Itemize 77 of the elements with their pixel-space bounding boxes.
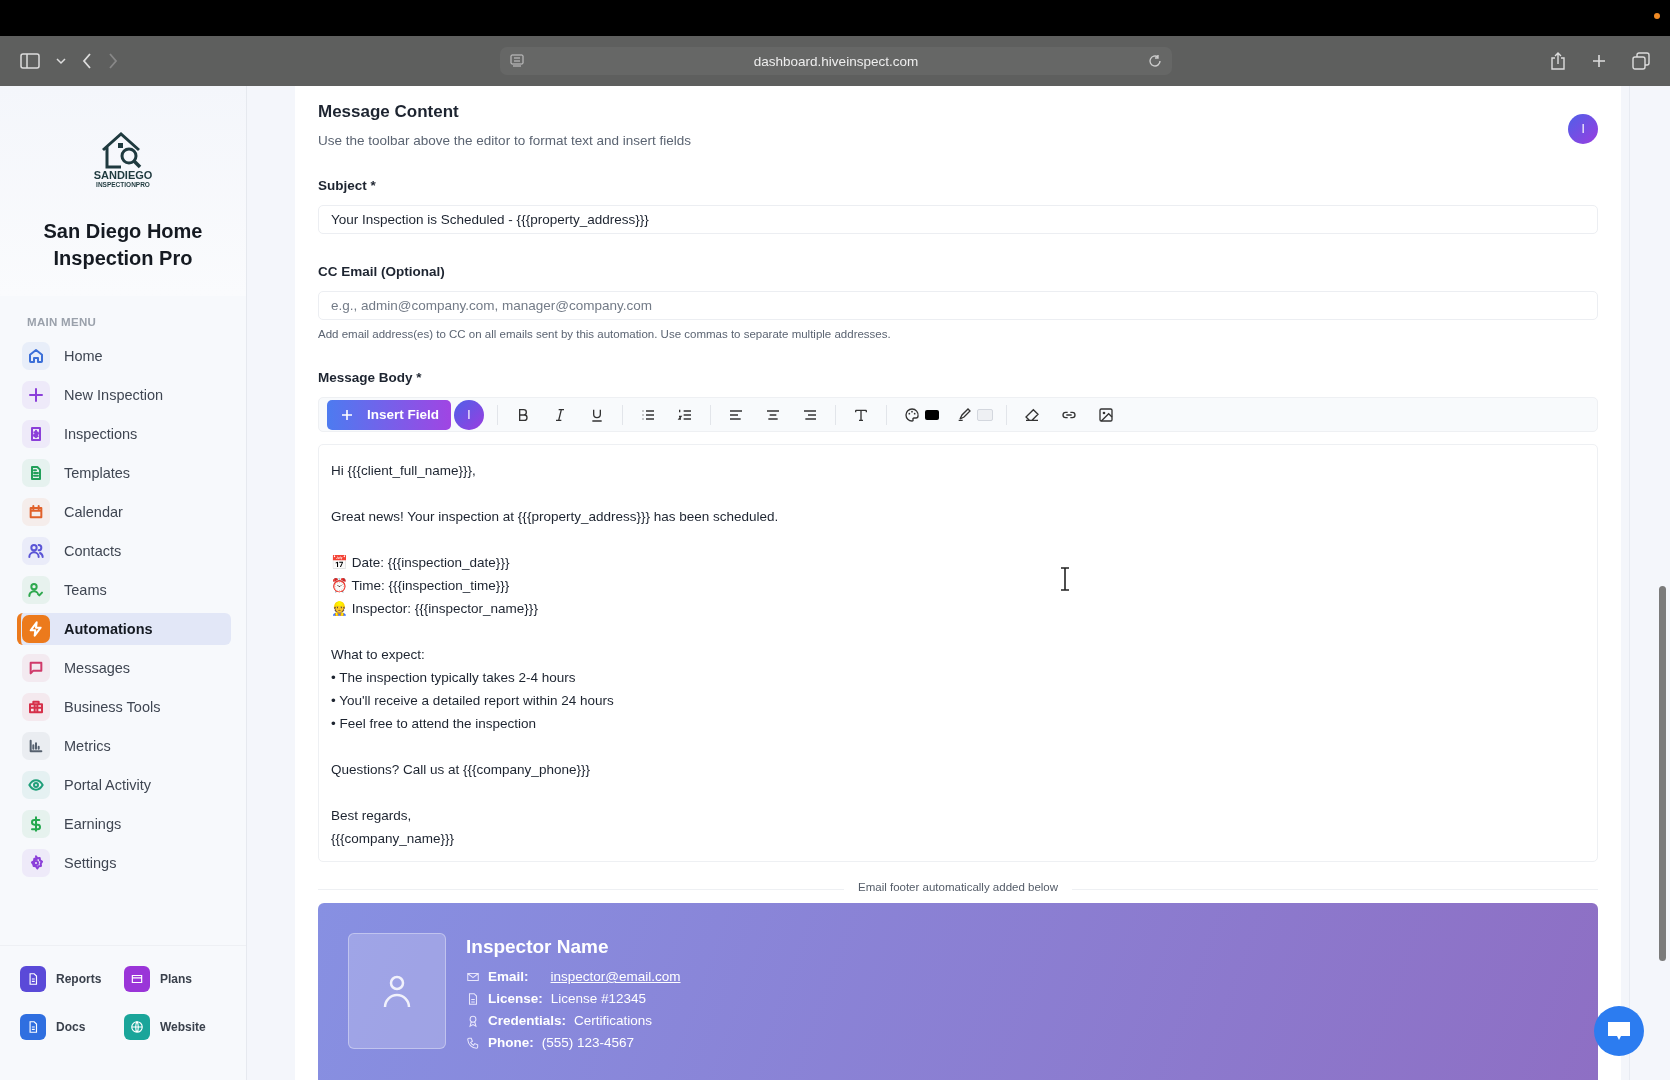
text-color-swatch[interactable] [925,409,939,420]
back-icon[interactable] [82,53,92,69]
menu-heading: MAIN MENU [26,315,98,330]
person-icon [382,973,412,1009]
user-avatar[interactable]: I [454,399,484,430]
cc-email-field[interactable]: e.g., admin@company.com, manager@company.com [318,291,1599,321]
shortcut-link[interactable]: Plans [124,966,228,992]
field-label: Subject * [318,178,377,193]
row-icon [466,991,480,1006]
shortcut-link[interactable]: Reports [20,966,124,992]
share-icon[interactable] [1550,52,1566,70]
reload-icon[interactable] [1148,54,1162,68]
footer-label: Phone: [488,1035,534,1050]
url-text: dashboard.hiveinspect.com [753,53,919,69]
scrollbar-thumb[interactable] [1659,586,1666,961]
message-line: • Feel free to attend the inspection [331,715,537,733]
shortcut-link[interactable]: Website [124,1014,228,1040]
image-icon[interactable] [1098,406,1114,423]
company-name: San Diego Home Inspection Pro [42,219,204,271]
message-line: 📅 Date: {{{inspection_date}}} [331,554,510,572]
footer-note: Email footer automatically added below [844,881,1073,893]
menu-item[interactable]: Inspections [17,418,231,450]
message-line: Questions? Call us at {{{company_phone}}} [331,761,590,779]
section-title: Message Content [318,102,460,122]
palette-icon[interactable] [904,406,920,423]
menu-item[interactable]: Home [17,340,231,372]
message-line: What to expect: [331,646,425,664]
subject-field[interactable]: Your Inspection is Scheduled - {{{property_address}}} [318,205,1599,235]
user-avatar[interactable]: I [1568,114,1599,144]
tabs-icon[interactable] [1632,52,1650,70]
message-line: {{{company_name}}} [331,830,455,848]
highlight-color-swatch[interactable] [977,408,993,421]
menu-item[interactable]: Earnings [17,808,231,840]
footer-value: License #12345 [550,991,647,1006]
highlighter-icon[interactable] [956,406,972,423]
message-line: ⏰ Time: {{{inspection_time}}} [331,577,510,595]
footer-label: License: [488,991,543,1006]
field-label: CC Email (Optional) [318,264,446,280]
menu-item[interactable]: Messages [17,652,231,684]
menu-item[interactable]: Teams [17,574,231,606]
menu-item[interactable]: Portal Activity [17,769,231,801]
footer-label: Email: [488,969,529,984]
menu-item[interactable]: Contacts [17,535,231,567]
message-line: 👷 Inspector: {{{inspector_name}}} [331,600,538,618]
field-label: Message Body * [318,370,423,386]
text-cursor-icon [1059,567,1071,591]
shortcut-link[interactable]: Docs [20,1014,124,1040]
message-line: • You'll receive a detailed report within 24 hours [331,692,614,710]
chat-button[interactable] [1594,1006,1644,1056]
menu-item[interactable]: Business Tools [17,691,231,723]
address-bar[interactable]: dashboard.hiveinspect.com [500,47,1172,75]
message-line: Best regards, [331,807,412,825]
sidebar-toggle-icon[interactable] [20,53,40,69]
message-line: Hi {{{client_full_name}}}, [331,462,476,480]
field-hint: Add email address(es) to CC on all emails sent by this automation. Use commas to separate multiple addresses. [318,328,892,341]
menu-item[interactable]: Settings [17,847,231,879]
menu-item[interactable]: Automations [17,613,231,645]
section-subtitle: Use the toolbar above the editor to format text and insert fields [318,133,691,148]
message-line: Great news! Your inspection at {{{property_address}}} has been scheduled. [331,508,779,526]
footer-value: Certifications [574,1013,653,1028]
insert-field-button[interactable]: Insert Field [327,399,451,430]
plus-icon[interactable] [1592,54,1606,68]
chevron-down-icon[interactable] [56,57,66,65]
inspector-name: Inspector Name [466,936,610,958]
footer-value: (555) 123-4567 [541,1035,635,1050]
plus-icon [341,408,353,421]
message-line: • The inspection typically takes 2-4 hours [331,669,576,687]
eraser-icon[interactable] [1024,406,1040,423]
row-icon [466,1013,480,1028]
footer-label: Credentials: [488,1013,567,1028]
menu-item[interactable]: Templates [17,457,231,489]
row-icon [466,1035,480,1050]
chat-bubble-icon [1606,1020,1632,1042]
menu-item[interactable]: New Inspection [17,379,231,411]
status-dot [1654,13,1660,19]
menu-item[interactable]: Calendar [17,496,231,528]
menu-item[interactable]: Metrics [17,730,231,762]
